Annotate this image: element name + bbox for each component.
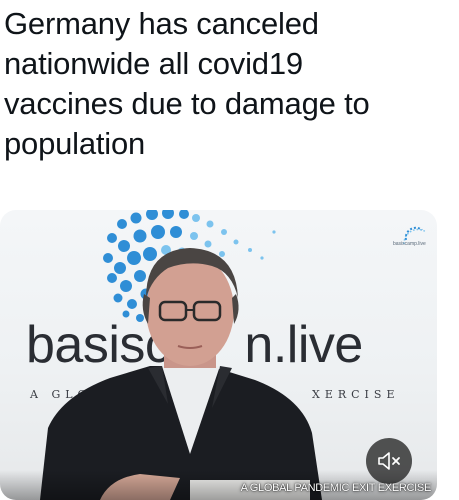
video-caption: A GLOBAL PANDEMIC EXIT EXERCISE bbox=[240, 482, 432, 494]
post-text-line: nationwide all covid19 bbox=[4, 46, 303, 81]
video-player[interactable]: basiscamp.live basisc n.live A GLOBA XERC… bbox=[0, 210, 437, 500]
speaker-figure bbox=[40, 248, 322, 500]
post-text-line: population bbox=[4, 126, 146, 161]
corner-logo-icon bbox=[403, 226, 427, 245]
post-text: Germany has canceled nationwide all covi… bbox=[4, 4, 454, 164]
corner-logo-text: basiscamp.live bbox=[393, 241, 426, 247]
speaker-muted-icon bbox=[378, 452, 400, 470]
mute-toggle-button[interactable] bbox=[366, 438, 412, 484]
post-text-line: Germany has canceled bbox=[4, 6, 319, 41]
post-text-line: vaccines due to damage to bbox=[4, 86, 370, 121]
